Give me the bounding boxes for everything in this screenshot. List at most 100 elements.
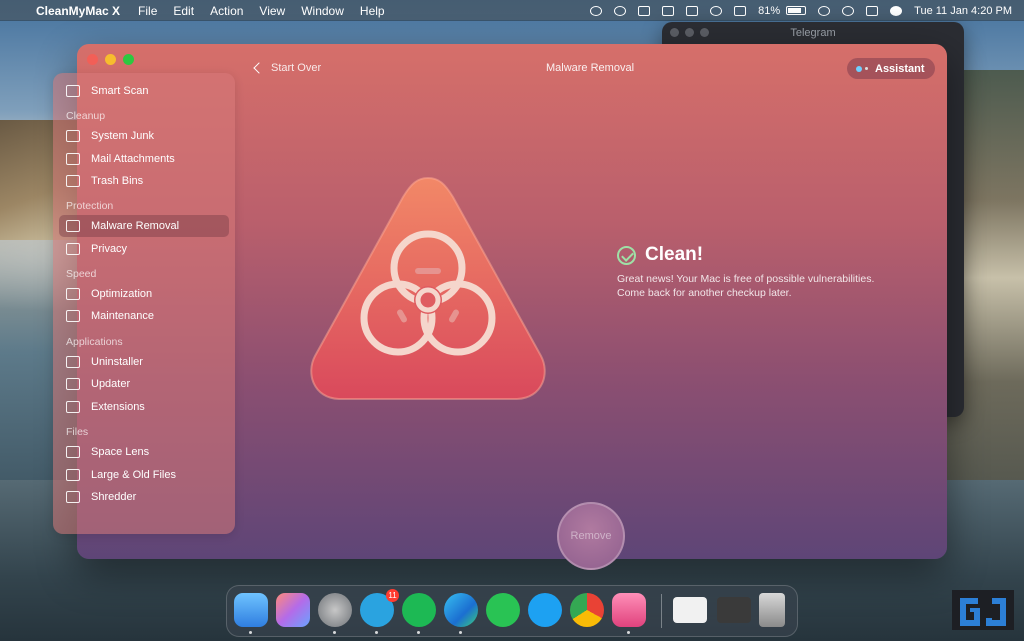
running-indicator xyxy=(459,631,462,634)
window-title: Malware Removal xyxy=(545,62,635,74)
battery-icon[interactable] xyxy=(786,6,807,15)
folder-icon xyxy=(66,469,80,481)
sidebar-item-large-old-files[interactable]: Large & Old Files xyxy=(59,464,229,486)
result-title-text: Clean! xyxy=(645,244,704,265)
status-note-icon[interactable] xyxy=(662,5,675,16)
assistant-label: Assistant xyxy=(875,62,925,75)
sidebar: Smart Scan Cleanup System Junk Mail Atta… xyxy=(53,73,235,534)
sidebar-item-maintenance[interactable]: Maintenance xyxy=(59,305,229,327)
status-display-icon[interactable] xyxy=(686,5,699,16)
remove-button[interactable]: Remove xyxy=(557,502,625,570)
wifi-icon[interactable] xyxy=(818,5,831,16)
dock-cleanmymac-icon[interactable] xyxy=(612,593,646,627)
control-center-icon[interactable] xyxy=(866,5,879,16)
dock-telegram-icon[interactable]: 11 xyxy=(360,589,399,627)
sidebar-section-cleanup: Cleanup xyxy=(66,110,106,122)
sidebar-item-label: Uninstaller xyxy=(91,356,143,368)
sidebar-item-smart-scan[interactable]: Smart Scan xyxy=(59,80,229,102)
sidebar-item-shredder[interactable]: Shredder xyxy=(59,486,229,508)
dock-minimized-window-icon[interactable] xyxy=(673,597,707,623)
envelope-icon xyxy=(66,153,80,165)
sidebar-item-label: Privacy xyxy=(91,243,128,255)
dock-trash-icon[interactable] xyxy=(759,593,785,627)
window-controls xyxy=(87,54,134,65)
sidebar-item-label: Smart Scan xyxy=(91,85,149,97)
telegram-window-controls xyxy=(670,28,709,37)
status-calendar-icon[interactable] xyxy=(638,5,651,16)
telegram-badge: 11 xyxy=(386,589,399,602)
sidebar-item-updater[interactable]: Updater xyxy=(59,373,229,395)
trash-icon xyxy=(66,175,80,187)
dock: 11 xyxy=(226,585,798,637)
sidebar-item-optimization[interactable]: Optimization xyxy=(59,283,229,305)
sidebar-item-privacy[interactable]: Privacy xyxy=(59,238,229,260)
sidebar-item-trash-bins[interactable]: Trash Bins xyxy=(59,170,229,192)
sidebar-item-label: Large & Old Files xyxy=(91,469,176,481)
start-over-button[interactable]: Start Over xyxy=(253,62,321,74)
chevron-left-icon xyxy=(253,62,265,74)
dock-spotify-icon[interactable] xyxy=(402,593,436,627)
sidebar-item-mail-attachments[interactable]: Mail Attachments xyxy=(59,148,229,170)
telegram-titlebar[interactable]: Telegram xyxy=(662,22,964,44)
menu-help[interactable]: Help xyxy=(352,4,393,18)
dock-finder-icon[interactable] xyxy=(234,593,268,627)
minimize-window-button[interactable] xyxy=(105,54,116,65)
checkmark-icon xyxy=(617,245,636,265)
result-message: Great news! Your Mac is free of possible… xyxy=(617,272,917,300)
sidebar-item-malware-removal[interactable]: Malware Removal xyxy=(59,215,229,237)
status-keyboard-icon[interactable] xyxy=(734,5,747,16)
sidebar-item-system-junk[interactable]: System Junk xyxy=(59,125,229,147)
shredder-icon xyxy=(66,491,80,503)
menu-file[interactable]: File xyxy=(130,4,165,18)
refresh-icon xyxy=(66,378,80,390)
battery-percent[interactable]: 81% xyxy=(752,5,786,17)
sidebar-item-extensions[interactable]: Extensions xyxy=(59,396,229,418)
lens-icon xyxy=(66,446,80,458)
menu-app-name[interactable]: CleanMyMac X xyxy=(34,4,130,18)
sidebar-item-label: Mail Attachments xyxy=(91,153,175,165)
sidebar-item-space-lens[interactable]: Space Lens xyxy=(59,441,229,463)
sidebar-item-label: Shredder xyxy=(91,491,137,503)
telegram-title: Telegram xyxy=(790,27,836,39)
sidebar-item-label: Extensions xyxy=(91,401,145,413)
menu-action[interactable]: Action xyxy=(202,4,251,18)
spotlight-search-icon[interactable] xyxy=(842,5,855,16)
extensions-icon xyxy=(66,401,80,413)
menu-window[interactable]: Window xyxy=(293,4,352,18)
dock-system-preferences-icon[interactable] xyxy=(318,593,352,627)
menu-view[interactable]: View xyxy=(251,4,293,18)
status-cloud-icon[interactable] xyxy=(590,5,603,16)
close-window-button[interactable] xyxy=(87,54,98,65)
hard-drive-icon xyxy=(66,130,80,142)
menubar-clock[interactable]: Tue 11 Jan 4:20 PM xyxy=(908,5,1018,17)
sidebar-item-label: System Junk xyxy=(91,130,154,142)
dock-edge-icon[interactable] xyxy=(444,593,478,627)
sliders-icon xyxy=(66,288,80,300)
result-title: Clean! xyxy=(617,244,703,266)
gadgets-to-use-logo xyxy=(952,590,1014,630)
siri-icon[interactable] xyxy=(890,5,903,16)
dock-minimized-window-icon[interactable] xyxy=(717,597,751,623)
zoom-window-button[interactable] xyxy=(123,54,134,65)
dock-separator xyxy=(661,594,662,628)
status-grammarly-icon[interactable] xyxy=(614,5,627,16)
sidebar-item-uninstaller[interactable]: Uninstaller xyxy=(59,351,229,373)
sidebar-item-label: Space Lens xyxy=(91,446,150,458)
assistant-button[interactable]: Assistant xyxy=(847,58,935,79)
dock-twitter-icon[interactable] xyxy=(528,593,562,627)
sidebar-item-label: Updater xyxy=(91,378,131,390)
sidebar-section-protection: Protection xyxy=(66,200,114,212)
status-area: 81% Tue 11 Jan 4:20 PM xyxy=(584,0,1018,21)
dock-launchpad-icon[interactable] xyxy=(276,593,310,627)
sidebar-item-label: Trash Bins xyxy=(91,175,144,187)
result-message-line: Come back for another checkup later. xyxy=(617,287,792,299)
sidebar-item-label: Optimization xyxy=(91,288,153,300)
bluetooth-icon[interactable] xyxy=(710,5,723,16)
uninstall-icon xyxy=(66,356,80,368)
dock-whatsapp-icon[interactable] xyxy=(486,593,520,627)
sidebar-item-label: Maintenance xyxy=(91,310,154,322)
dock-browser-icon[interactable] xyxy=(570,593,604,627)
result-message-line: Great news! Your Mac is free of possible… xyxy=(617,273,875,285)
menu-edit[interactable]: Edit xyxy=(165,4,202,18)
running-indicator xyxy=(417,631,420,634)
